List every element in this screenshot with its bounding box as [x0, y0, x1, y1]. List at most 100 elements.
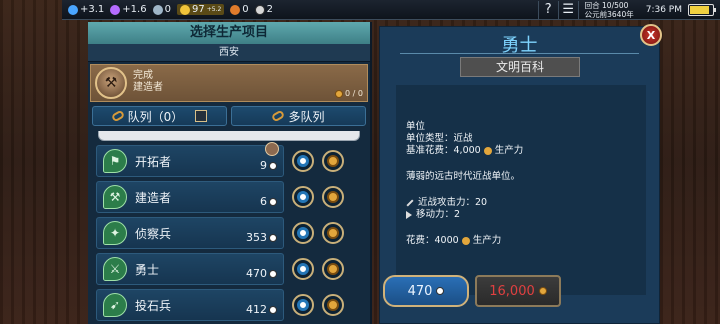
clock-icon — [297, 191, 309, 203]
movement: 移动力：2 — [406, 209, 636, 221]
gold-yield[interactable]: 97 +5.2 — [176, 4, 225, 15]
sword-icon — [406, 198, 414, 207]
turns-icon — [269, 305, 277, 314]
battery-icon — [688, 3, 716, 16]
list-item: ⚒ 建造者 6 — [88, 180, 370, 214]
menu-button[interactable]: ☰ — [557, 0, 578, 19]
chain-icon — [271, 109, 286, 123]
unit-card-scout[interactable]: ✦ 侦察兵 353 — [96, 217, 284, 249]
list-item: ⚔ 勇士 470 — [88, 252, 370, 286]
queue-controls: 队列（0） 多队列 — [88, 104, 370, 128]
tourism-yield[interactable]: 0 — [230, 4, 249, 15]
buy-with-gold-button[interactable] — [322, 186, 344, 208]
production-header: 选择生产项目 — [88, 22, 370, 44]
buy-with-production-button[interactable] — [292, 222, 314, 244]
tourism-icon — [230, 4, 241, 15]
turns-icon — [269, 233, 277, 242]
multi-queue-button[interactable]: 多队列 — [231, 106, 366, 126]
chain-icon — [110, 109, 125, 123]
buy-with-production-button[interactable] — [292, 186, 314, 208]
unit-card-builder[interactable]: ⚒ 建造者 6 — [96, 181, 284, 213]
unit-card-slinger[interactable]: ➹ 投石兵 412 — [96, 289, 284, 321]
builder-portrait: ⚒ — [95, 67, 127, 99]
faith-yield[interactable]: 0 — [152, 4, 171, 15]
builder-icon: ⚒ — [103, 185, 127, 209]
culture-icon — [110, 4, 121, 15]
unit-type: 单位类型：近战 — [406, 133, 473, 144]
civilopedia-button[interactable]: 文明百科 — [460, 57, 580, 77]
list-item: ✦ 侦察兵 353 — [88, 216, 370, 250]
culture-yield[interactable]: +1.6 — [110, 4, 147, 15]
buy-with-gold-button[interactable] — [322, 258, 344, 280]
clock-icon — [297, 299, 309, 311]
settler-icon: ⚑ — [103, 149, 127, 173]
queue-button[interactable]: 队列（0） — [92, 106, 227, 126]
clock-icon — [297, 227, 309, 239]
turns-icon — [269, 161, 277, 170]
current-production[interactable]: ⚒ 完成 建造者 0 / 0 — [90, 64, 368, 102]
unit-info: 单位 单位类型：近战 基准花费：4,000 生产力 薄弱的远古时代近战单位。 近战… — [396, 85, 646, 295]
movement-icon — [406, 210, 412, 219]
turns-icon — [269, 269, 277, 278]
cost: 花费：4000 生产力 — [406, 235, 502, 246]
close-button[interactable]: X — [640, 24, 662, 46]
unit-cost: 6 — [260, 195, 277, 208]
queue-checkbox[interactable] — [195, 110, 208, 122]
clock: 7:36 PM — [645, 4, 682, 15]
faith-icon — [152, 4, 163, 15]
buy-with-production-button[interactable] — [292, 150, 314, 172]
buy-with-production-button[interactable] — [292, 294, 314, 316]
gold-icon — [327, 155, 339, 167]
production-icon — [335, 89, 344, 98]
production-icon — [483, 146, 492, 155]
gold-icon — [327, 227, 339, 239]
gold-icon — [538, 287, 547, 295]
science-yield[interactable]: +3.1 — [68, 4, 104, 15]
unit-label: 单位 — [406, 121, 426, 132]
gold-icon — [327, 263, 339, 275]
unit-card-settler[interactable]: ⚑ 开拓者 9 — [96, 142, 284, 177]
buy-with-production-button[interactable] — [292, 258, 314, 280]
unit-cost: 353 — [246, 231, 277, 244]
clock-icon — [297, 155, 309, 167]
list-item: ⚑ 开拓者 9 — [88, 142, 370, 178]
help-button[interactable]: ? — [537, 0, 558, 19]
purchase-gold-button[interactable]: 16,000 — [475, 275, 561, 307]
unit-card-warrior[interactable]: ⚔ 勇士 470 — [96, 253, 284, 285]
production-panel: 选择生产项目 西安 ⚒ 完成 建造者 0 / 0 队列（0） 多队列 ⚑ 开拓者… — [88, 22, 372, 324]
melee-strength: 近战攻击力：20 — [406, 197, 636, 209]
unit-cost: 9 — [260, 159, 277, 172]
turns-icon — [269, 197, 277, 206]
unit-cost: 470 — [246, 267, 277, 280]
current-progress: 0 / 0 — [335, 89, 363, 98]
science-icon — [68, 4, 78, 15]
unit-cost: 412 — [246, 303, 277, 316]
current-production-text: 完成 建造者 — [133, 70, 163, 93]
warrior-icon: ⚔ — [103, 257, 127, 281]
advisor-icon — [265, 142, 279, 156]
unit-description: 薄弱的远古时代近战单位。 — [406, 171, 521, 182]
battery-fill — [690, 5, 709, 14]
base-cost: 基准花费：4,000 生产力 — [406, 145, 524, 156]
era-icon — [254, 4, 265, 15]
clock-icon — [297, 263, 309, 275]
turns-icon — [436, 287, 445, 295]
era-score[interactable]: 2 — [254, 4, 273, 15]
search-bar[interactable] — [98, 131, 360, 141]
top-resource-bar: +3.1 +1.6 0 97 +5.2 0 2 ? ☰ 回合 10/500 公元前… — [62, 0, 720, 20]
title-divider — [400, 53, 639, 54]
city-name: 西安 — [88, 44, 370, 62]
buy-with-gold-button[interactable] — [322, 222, 344, 244]
unit-title: 勇士 — [501, 35, 538, 56]
gold-icon — [327, 299, 339, 311]
unit-list: ⚑ 开拓者 9 ⚒ 建造者 6 ✦ 侦察兵 353 ⚔ 勇士 470 ➹ 投石兵… — [88, 142, 370, 322]
gold-icon — [327, 191, 339, 203]
slinger-icon: ➹ — [103, 293, 127, 317]
buy-with-gold-button[interactable] — [322, 150, 344, 172]
produce-button[interactable]: 470 — [383, 275, 469, 307]
list-item: ➹ 投石兵 412 — [88, 288, 370, 322]
scout-icon: ✦ — [103, 221, 127, 245]
buy-with-gold-button[interactable] — [322, 294, 344, 316]
production-icon — [461, 236, 470, 245]
gold-icon — [179, 4, 190, 15]
